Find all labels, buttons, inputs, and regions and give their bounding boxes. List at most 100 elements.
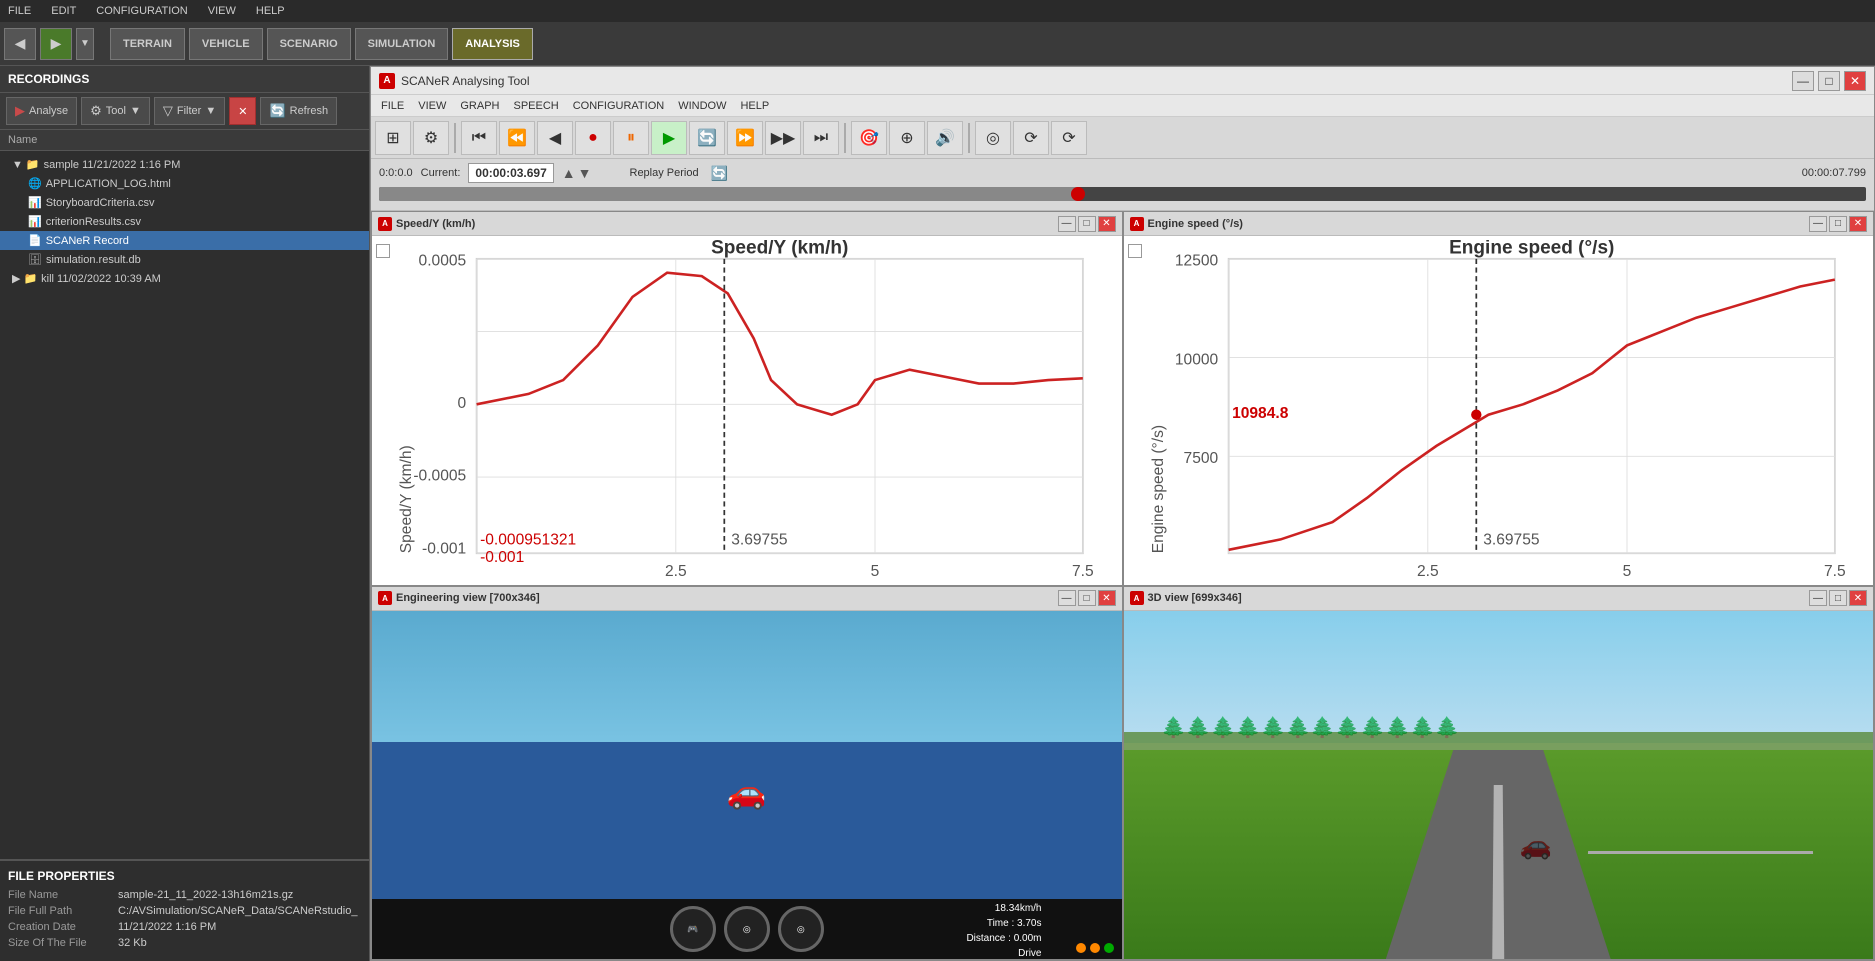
eng-view-max[interactable]: □ xyxy=(1078,590,1096,606)
end-time-label: 00:00:07.799 xyxy=(1802,167,1866,179)
tab-terrain[interactable]: TERRAIN xyxy=(110,28,185,60)
speed-chart-close[interactable]: ✕ xyxy=(1098,216,1116,232)
charts-area: A Speed/Y (km/h) — □ ✕ xyxy=(371,211,1874,960)
smenu-graph[interactable]: GRAPH xyxy=(454,98,505,114)
tree-item-storyboard[interactable]: 📊 StoryboardCriteria.csv xyxy=(0,193,369,212)
skip-start-btn[interactable]: ⏮ xyxy=(461,121,497,155)
svg-text:7500: 7500 xyxy=(1183,450,1218,467)
svg-text:Engine speed (°/s): Engine speed (°/s) xyxy=(1149,425,1166,553)
tree-item-kill-folder[interactable]: ▶ 📁 kill 11/02/2022 10:39 AM xyxy=(0,269,369,288)
smenu-view[interactable]: VIEW xyxy=(412,98,452,114)
camera3-btn[interactable]: ⟳ xyxy=(1051,121,1087,155)
loop-btn[interactable]: 🔄 xyxy=(689,121,725,155)
maximize-button[interactable]: □ xyxy=(1818,71,1840,91)
eng-view-title-left: A Engineering view [700x346] xyxy=(378,591,540,605)
tool-button[interactable]: ⚙ Tool ▼ xyxy=(81,97,150,125)
speed-gauge: ◎ xyxy=(724,906,770,952)
tab-analysis[interactable]: ANALYSIS xyxy=(452,28,533,60)
pause-btn[interactable]: ⏸ xyxy=(613,121,649,155)
3d-view-close[interactable]: ✕ xyxy=(1849,590,1867,606)
scanner-toolbar: ⊞ ⚙ ⏮ ⏪ ◀ ● ⏸ ▶ 🔄 ⏩ ▶▶ ⏭ 🎯 ⊕ 🔊 ◎ ⟳ ⟳ xyxy=(371,117,1874,159)
current-time-display[interactable]: 00:00:03.697 xyxy=(468,163,553,183)
tree-item-scaner-record[interactable]: 📄 SCANeR Record xyxy=(0,231,369,250)
time-spinup[interactable]: ▲ xyxy=(562,165,576,181)
fast-rewind-btn[interactable]: ⏪ xyxy=(499,121,535,155)
analyse-button[interactable]: ▶ Analyse xyxy=(6,97,77,125)
nav-dropdown[interactable]: ▼ xyxy=(76,28,94,60)
file-properties-panel: FILE PROPERTIES File Name sample-21_11_2… xyxy=(0,859,369,961)
settings-btn[interactable]: ⚙ xyxy=(413,121,449,155)
tab-scenario[interactable]: SCENARIO xyxy=(267,28,351,60)
time-spindown[interactable]: ▼ xyxy=(578,165,592,181)
close-button[interactable]: ✕ xyxy=(1844,71,1866,91)
menu-view[interactable]: VIEW xyxy=(204,3,240,19)
skip-end-btn[interactable]: ⏭ xyxy=(803,121,839,155)
top-menubar: FILE EDIT CONFIGURATION VIEW HELP xyxy=(0,0,1875,22)
camera2-btn[interactable]: ⟳ xyxy=(1013,121,1049,155)
eng-view-min[interactable]: — xyxy=(1058,590,1076,606)
engine-chart-close[interactable]: ✕ xyxy=(1849,216,1867,232)
svg-text:0: 0 xyxy=(458,395,467,412)
hud-dots xyxy=(1076,943,1114,953)
3d-view-max[interactable]: □ xyxy=(1829,590,1847,606)
folder2-icon: 📁 xyxy=(23,272,37,285)
step-back-btn[interactable]: ◀ xyxy=(537,121,573,155)
crosshair-btn[interactable]: ⊕ xyxy=(889,121,925,155)
filter-button[interactable]: ▽ Filter ▼ xyxy=(154,97,225,125)
tab-simulation[interactable]: SIMULATION xyxy=(355,28,449,60)
eng-view-close[interactable]: ✕ xyxy=(1098,590,1116,606)
engine-chart-checkbox[interactable] xyxy=(1128,244,1142,258)
toolbar-sep2 xyxy=(844,123,846,153)
svg-text:3.69755: 3.69755 xyxy=(1483,532,1540,549)
grid-btn[interactable]: ⊞ xyxy=(375,121,411,155)
svg-text:5: 5 xyxy=(871,563,880,580)
tree-item-sample-folder[interactable]: ▼ 📁 sample 11/21/2022 1:16 PM xyxy=(0,155,369,174)
play-btn[interactable]: ▶ xyxy=(651,121,687,155)
record-btn[interactable]: ● xyxy=(575,121,611,155)
menu-file[interactable]: FILE xyxy=(4,3,35,19)
menu-edit[interactable]: EDIT xyxy=(47,3,80,19)
3d-view-titlebar: A 3D view [699x346] — □ ✕ xyxy=(1124,587,1874,611)
svg-text:7.5: 7.5 xyxy=(1824,563,1846,580)
smenu-configuration[interactable]: CONFIGURATION xyxy=(567,98,670,114)
engine-chart-window: A Engine speed (°/s) — □ ✕ xyxy=(1123,211,1875,586)
tree-item-app-log[interactable]: 🌐 APPLICATION_LOG.html xyxy=(0,174,369,193)
engine-chart-min[interactable]: — xyxy=(1809,216,1827,232)
back-nav-button[interactable]: ◀ xyxy=(4,28,36,60)
fast-forward-btn[interactable]: ⏩ xyxy=(727,121,763,155)
tree-item-simulation-db[interactable]: 🗄 simulation.result.db xyxy=(0,250,369,269)
camera1-btn[interactable]: ◎ xyxy=(975,121,1011,155)
engine-chart-titlebar: A Engine speed (°/s) — □ ✕ xyxy=(1124,212,1874,236)
replay-icon[interactable]: 🔄 xyxy=(711,165,728,182)
speed-chart-min[interactable]: — xyxy=(1058,216,1076,232)
file-tree[interactable]: ▼ 📁 sample 11/21/2022 1:16 PM 🌐 APPLICAT… xyxy=(0,151,369,859)
smenu-window[interactable]: WINDOW xyxy=(672,98,732,114)
tab-vehicle[interactable]: VEHICLE xyxy=(189,28,263,60)
menu-help[interactable]: HELP xyxy=(252,3,289,19)
forward-nav-button[interactable]: ▶ xyxy=(40,28,72,60)
step-forward-btn[interactable]: ▶▶ xyxy=(765,121,801,155)
eng-view-car: 🚗 xyxy=(727,776,767,808)
smenu-file[interactable]: FILE xyxy=(375,98,410,114)
smenu-help[interactable]: HELP xyxy=(734,98,775,114)
engine-chart-title-left: A Engine speed (°/s) xyxy=(1130,217,1243,231)
audio-btn[interactable]: 🔊 xyxy=(927,121,963,155)
speed-chart-max[interactable]: □ xyxy=(1078,216,1096,232)
progress-thumb[interactable] xyxy=(1071,187,1085,201)
refresh-button[interactable]: 🔄 Refresh xyxy=(260,97,337,125)
minimize-button[interactable]: — xyxy=(1792,71,1814,91)
svg-text:Speed/Y (km/h): Speed/Y (km/h) xyxy=(398,445,415,553)
html-file-icon: 🌐 xyxy=(28,177,42,190)
3d-view-min[interactable]: — xyxy=(1809,590,1827,606)
engine-chart-max[interactable]: □ xyxy=(1829,216,1847,232)
refresh-icon: 🔄 xyxy=(269,103,285,119)
speed-chart-checkbox[interactable] xyxy=(376,244,390,258)
3d-view-title: 3D view [699x346] xyxy=(1148,592,1242,604)
smenu-speech[interactable]: SPEECH xyxy=(507,98,564,114)
target-btn[interactable]: 🎯 xyxy=(851,121,887,155)
stop-button[interactable]: ✕ xyxy=(229,97,256,125)
tree-item-criterion[interactable]: 📊 criterionResults.csv xyxy=(0,212,369,231)
menu-configuration[interactable]: CONFIGURATION xyxy=(92,3,191,19)
progress-bar[interactable] xyxy=(379,187,1866,201)
speed-chart-svg: 0.0005 0 -0.0005 -0.001 2.5 5 7.5 Time (… xyxy=(390,240,1118,586)
